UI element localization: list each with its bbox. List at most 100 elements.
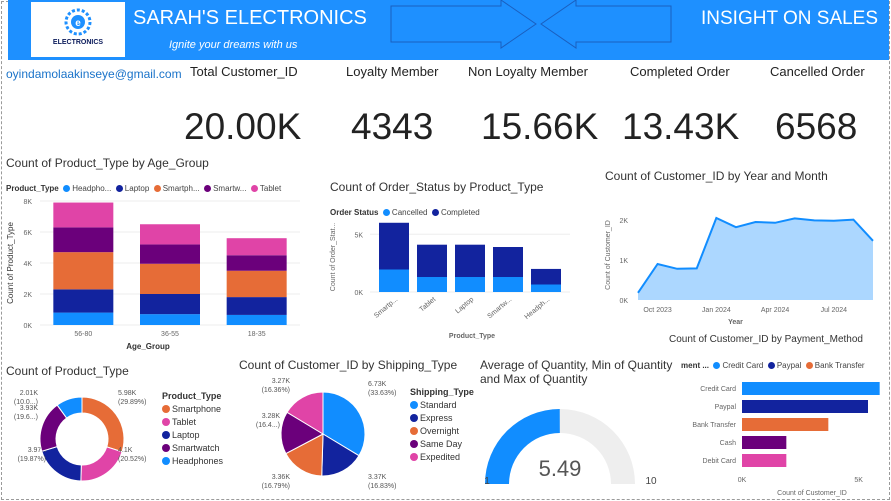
y-tick-label: 1K [619,258,628,265]
legend-item-bank-transfer[interactable]: Bank Transfer [805,361,865,370]
legend-title: Shipping_Type [410,387,474,397]
gauge-value: 5.49 [539,456,582,481]
kpi-label-loyalty-member: Loyalty Member [346,64,439,79]
gauge-max-label: 10 [645,476,657,487]
x-axis-title: Product_Type [449,333,495,340]
legend-item-laptop[interactable]: Laptop [162,429,223,442]
bar-segment-laptop [226,297,287,315]
arrow-decoration-icons [390,0,672,49]
logo-text: ELECTRONICS [52,39,104,46]
slice-label: 3.37K [368,474,387,481]
chart-product-by-age[interactable]: 0K 2K 4K 6K 8K 56-80 36-55 18-35 Age_Group Count … [0,192,320,352]
kpi-value-cancelled-order: 6568 [775,106,858,147]
slice-label: 4.1K [118,447,133,454]
bar-segment-headphones [140,314,200,325]
logo: e ELECTRONICS [31,2,125,57]
x-tick-label: 36-55 [161,331,179,338]
x-tick-label: Smartp... [373,296,399,320]
bar-segment-cancelled [531,284,561,292]
legend-item-same-day[interactable]: Same Day [410,438,474,451]
bar-segment-laptop [53,289,114,313]
bar-segment-cancelled [455,277,485,292]
chart-quantity-gauge[interactable]: 5.49 1 10 [478,392,688,492]
slice-label: 2.01K [20,390,39,397]
bar-segment-headphones [226,314,287,325]
slice-label: 3.36K [272,474,291,481]
slice-percent: (19.6...) [14,414,38,421]
bar-segment-tablet [226,238,287,256]
y-tick-label: 0K [23,323,32,330]
y-tick-label: 2K [619,218,628,225]
legend-item-smartphone[interactable]: Smartphone [162,403,223,416]
chart-title-shipping: Count of Customer_ID by Shipping_Type [239,358,458,372]
chart-order-status[interactable]: 0K 5K Smartp... Tablet Laptop Smartw... Headph… [325,212,575,344]
kpi-value-total-customer: 20.00K [184,106,302,147]
legend-title: Product_Type [162,391,222,401]
y-tick-label: Bank Transfer [692,422,736,429]
x-tick-label: Tablet [418,296,437,313]
x-tick-label: Headph... [524,296,552,321]
legend-item-overnight[interactable]: Overnight [410,425,474,438]
legend-item-expedited[interactable]: Expedited [410,451,474,464]
chart-title-order-status: Count of Order_Status by Product_Type [330,180,544,194]
chart-title-customer-by-month: Count of Customer_ID by Year and Month [605,169,828,183]
logo-gear-icon: e [64,8,92,36]
y-tick-label: Debit Card [703,458,737,465]
chart-title-payment: Count of Customer_ID by Payment_Method [669,334,863,345]
brand-title: SARAH'S ELECTRONICS [133,7,367,29]
slice-percent: (16.79%) [262,483,290,490]
legend-item-tablet[interactable]: Tablet [162,416,223,429]
y-axis-title: Count of Customer_ID [605,220,612,290]
bar-credit-card [742,382,880,395]
y-tick-label: 2K [23,292,32,299]
x-axis-title: Age_Group [126,342,170,351]
slice-percent: (16.83%) [368,483,396,490]
slice-label: 6.73K [368,381,387,388]
bar-segment-cancelled [379,269,409,292]
bar-segment-completed [379,222,409,270]
legend-payment-method: ment ... Credit Card Paypal Bank Transfe… [681,355,865,373]
bar-segment-cancelled [493,277,523,292]
email-link[interactable]: oyindamolaakinseye@gmail.com [6,67,182,81]
bar-segment-smartwatch [53,227,114,253]
bar-segment-tablet [53,202,114,228]
x-axis-title: Year [728,319,743,326]
chart-payment-method[interactable]: Credit Card Paypal Bank Transfer Cash Debit … [670,372,888,498]
legend-item-headphones[interactable]: Headphones [162,455,223,468]
legend-item-credit-card[interactable]: Credit Card [713,361,763,370]
donut-slice-laptop [41,445,82,482]
chart-title-product-by-age: Count of Product_Type by Age_Group [6,156,209,170]
bar-segment-completed [493,247,523,277]
legend-shipping-type: Shipping_Type Standard Express Overnight… [410,386,474,464]
legend-item-paypal[interactable]: Paypal [767,361,801,370]
kpi-label-cancelled-order: Cancelled Order [770,64,865,79]
chart-customer-by-month[interactable]: 0K 1K 2K Oct 2023 Jan 2024 Apr 2024 Jul 2024 Ye… [598,188,886,330]
chart-product-type-donut[interactable]: 5.98K(29.89%)4.1K(20.52%)3.97K(19.87%)3.… [0,380,160,498]
bar-segment-tablet [140,224,200,245]
legend-item-standard[interactable]: Standard [410,399,474,412]
bar-debit-card [742,454,787,467]
bar-segment-smartphone [140,263,200,294]
bar-segment-completed [417,244,447,277]
bar-segment-completed [531,268,561,285]
x-tick-label: 18-35 [248,331,266,338]
x-tick-label: 56-80 [74,331,92,338]
kpi-label-non-loyalty: Non Loyalty Member [468,64,588,79]
bar-segment-completed [455,244,485,277]
legend-title: ment ... [681,361,710,370]
bar-paypal [742,400,868,413]
chart-shipping-pie[interactable]: 6.73K (33.63%) 3.37K (16.83%) 3.36K (16.79%) 3… [235,372,410,498]
legend-product-type: Product_Type Smartphone Tablet Laptop Sm… [162,390,223,468]
bar-cash [742,436,787,449]
slice-percent: (10.0...) [14,399,38,406]
x-tick-label: Jul 2024 [821,307,848,314]
svg-text:e: e [75,18,81,29]
x-tick-label: Oct 2023 [643,307,672,314]
legend-item-smartwatch[interactable]: Smartwatch [162,442,223,455]
slice-percent: (20.52%) [118,456,146,463]
chart-title-quantity-gauge: Average of Quantity, Min of Quantity and… [480,358,673,386]
y-axis-title: Count of Order_Stat... [330,223,337,292]
legend-item-express[interactable]: Express [410,412,474,425]
kpi-value-loyalty-member: 4343 [351,106,434,147]
dashboard-title: INSIGHT ON SALES [701,8,879,29]
